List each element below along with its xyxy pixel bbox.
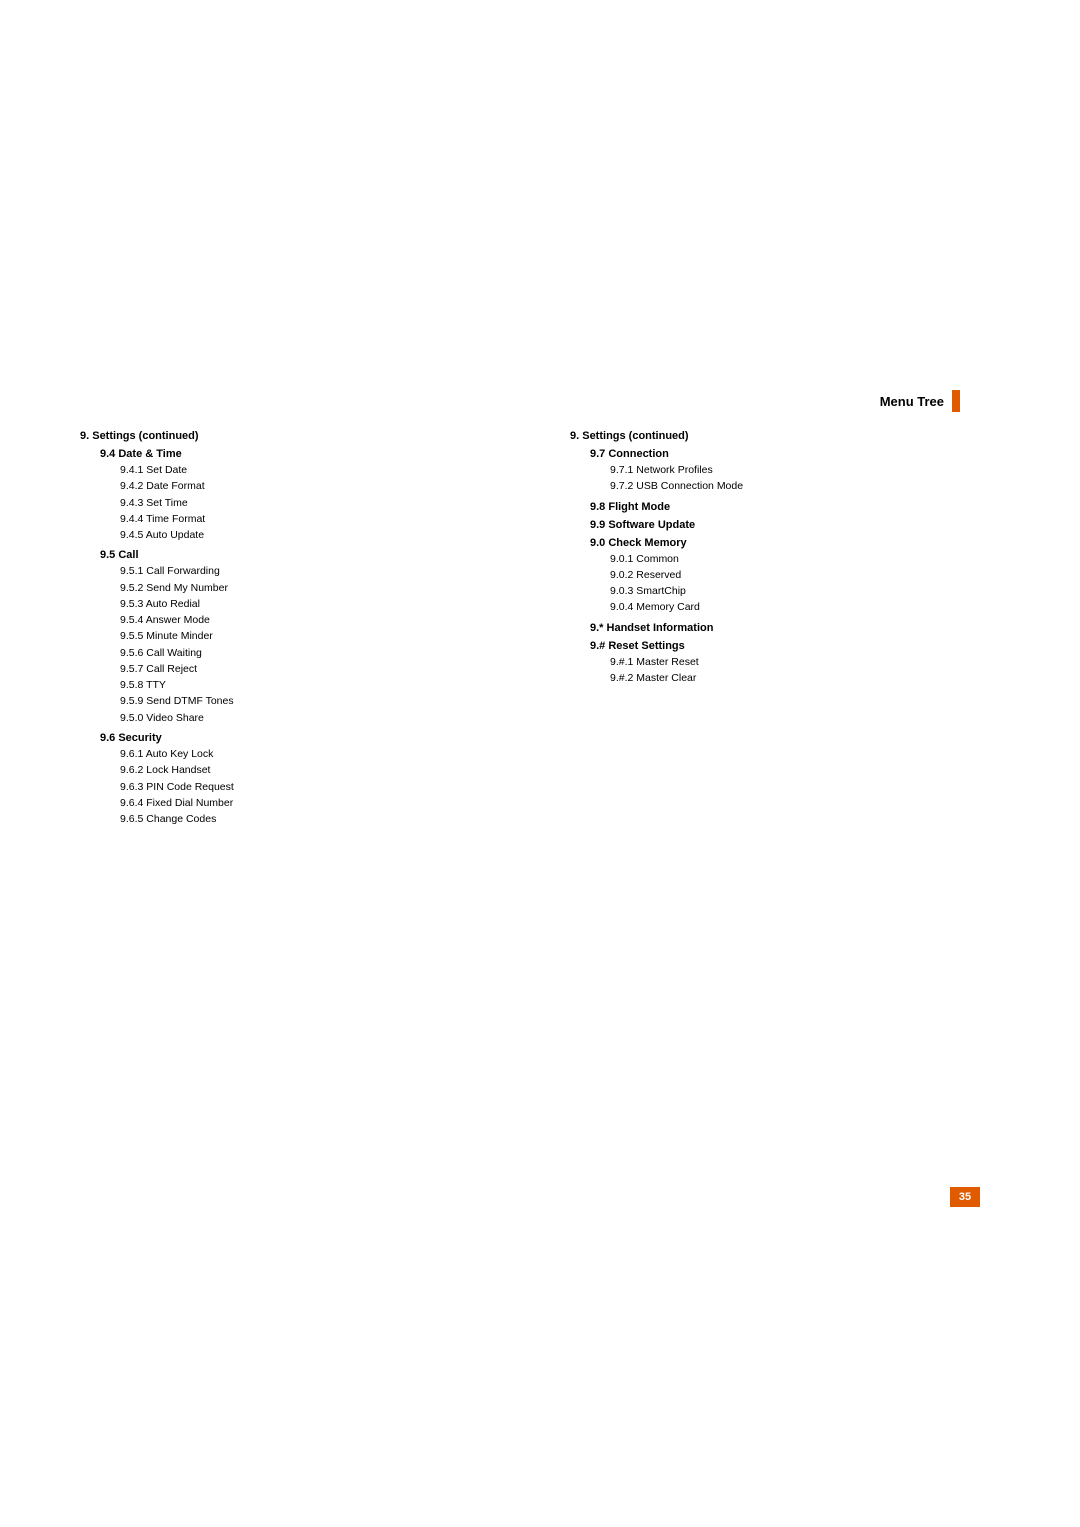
item-9-4-5: 9.4.5 Auto Update <box>80 527 510 543</box>
item-9-5-1: 9.5.1 Call Forwarding <box>80 563 510 579</box>
content-area: 9. Settings (continued) 9.4 Date & Time … <box>80 430 1000 827</box>
section-9-6-title: 9.6 Security <box>80 732 510 744</box>
section-9-9-title: 9.9 Software Update <box>570 519 1000 531</box>
page-number: 35 <box>950 1187 980 1207</box>
item-9-5-6: 9.5.6 Call Waiting <box>80 645 510 661</box>
item-9-4-2: 9.4.2 Date Format <box>80 478 510 494</box>
item-9-6-4: 9.6.4 Fixed Dial Number <box>80 795 510 811</box>
item-9-5-2: 9.5.2 Send My Number <box>80 580 510 596</box>
item-9-4-3: 9.4.3 Set Time <box>80 495 510 511</box>
item-9-0-2: 9.0.2 Reserved <box>570 567 1000 583</box>
right-column-title: 9. Settings (continued) <box>570 430 1000 442</box>
item-9-6-2: 9.6.2 Lock Handset <box>80 762 510 778</box>
item-9-0-4: 9.0.4 Memory Card <box>570 599 1000 615</box>
orange-bar-decoration <box>952 390 960 412</box>
item-9-5-5: 9.5.5 Minute Minder <box>80 628 510 644</box>
item-9-hash-2: 9.#.2 Master Clear <box>570 670 1000 686</box>
left-column: 9. Settings (continued) 9.4 Date & Time … <box>80 430 510 827</box>
item-9-7-2: 9.7.2 USB Connection Mode <box>570 478 1000 494</box>
right-column: 9. Settings (continued) 9.7 Connection 9… <box>570 430 1000 827</box>
item-9-6-5: 9.6.5 Change Codes <box>80 811 510 827</box>
item-9-4-4: 9.4.4 Time Format <box>80 511 510 527</box>
menu-tree-label: Menu Tree <box>880 394 944 409</box>
section-9-4-title: 9.4 Date & Time <box>80 448 510 460</box>
item-9-5-7: 9.5.7 Call Reject <box>80 661 510 677</box>
item-9-5-9: 9.5.9 Send DTMF Tones <box>80 693 510 709</box>
menu-tree-header: Menu Tree <box>880 390 960 412</box>
section-9-8-title: 9.8 Flight Mode <box>570 501 1000 513</box>
item-9-6-3: 9.6.3 PIN Code Request <box>80 779 510 795</box>
section-9-5-title: 9.5 Call <box>80 549 510 561</box>
item-9-5-3: 9.5.3 Auto Redial <box>80 596 510 612</box>
item-9-0-3: 9.0.3 SmartChip <box>570 583 1000 599</box>
section-9-7-title: 9.7 Connection <box>570 448 1000 460</box>
item-9-0-1: 9.0.1 Common <box>570 551 1000 567</box>
section-9-hash-title: 9.# Reset Settings <box>570 640 1000 652</box>
item-9-5-8: 9.5.8 TTY <box>80 677 510 693</box>
left-column-title: 9. Settings (continued) <box>80 430 510 442</box>
item-9-7-1: 9.7.1 Network Profiles <box>570 462 1000 478</box>
item-9-5-0: 9.5.0 Video Share <box>80 710 510 726</box>
item-9-hash-1: 9.#.1 Master Reset <box>570 654 1000 670</box>
item-9-5-4: 9.5.4 Answer Mode <box>80 612 510 628</box>
section-9-0-title: 9.0 Check Memory <box>570 537 1000 549</box>
item-9-6-1: 9.6.1 Auto Key Lock <box>80 746 510 762</box>
item-9-4-1: 9.4.1 Set Date <box>80 462 510 478</box>
section-9-star-title: 9.* Handset Information <box>570 622 1000 634</box>
page-container: Menu Tree 9. Settings (continued) 9.4 Da… <box>0 0 1080 1527</box>
